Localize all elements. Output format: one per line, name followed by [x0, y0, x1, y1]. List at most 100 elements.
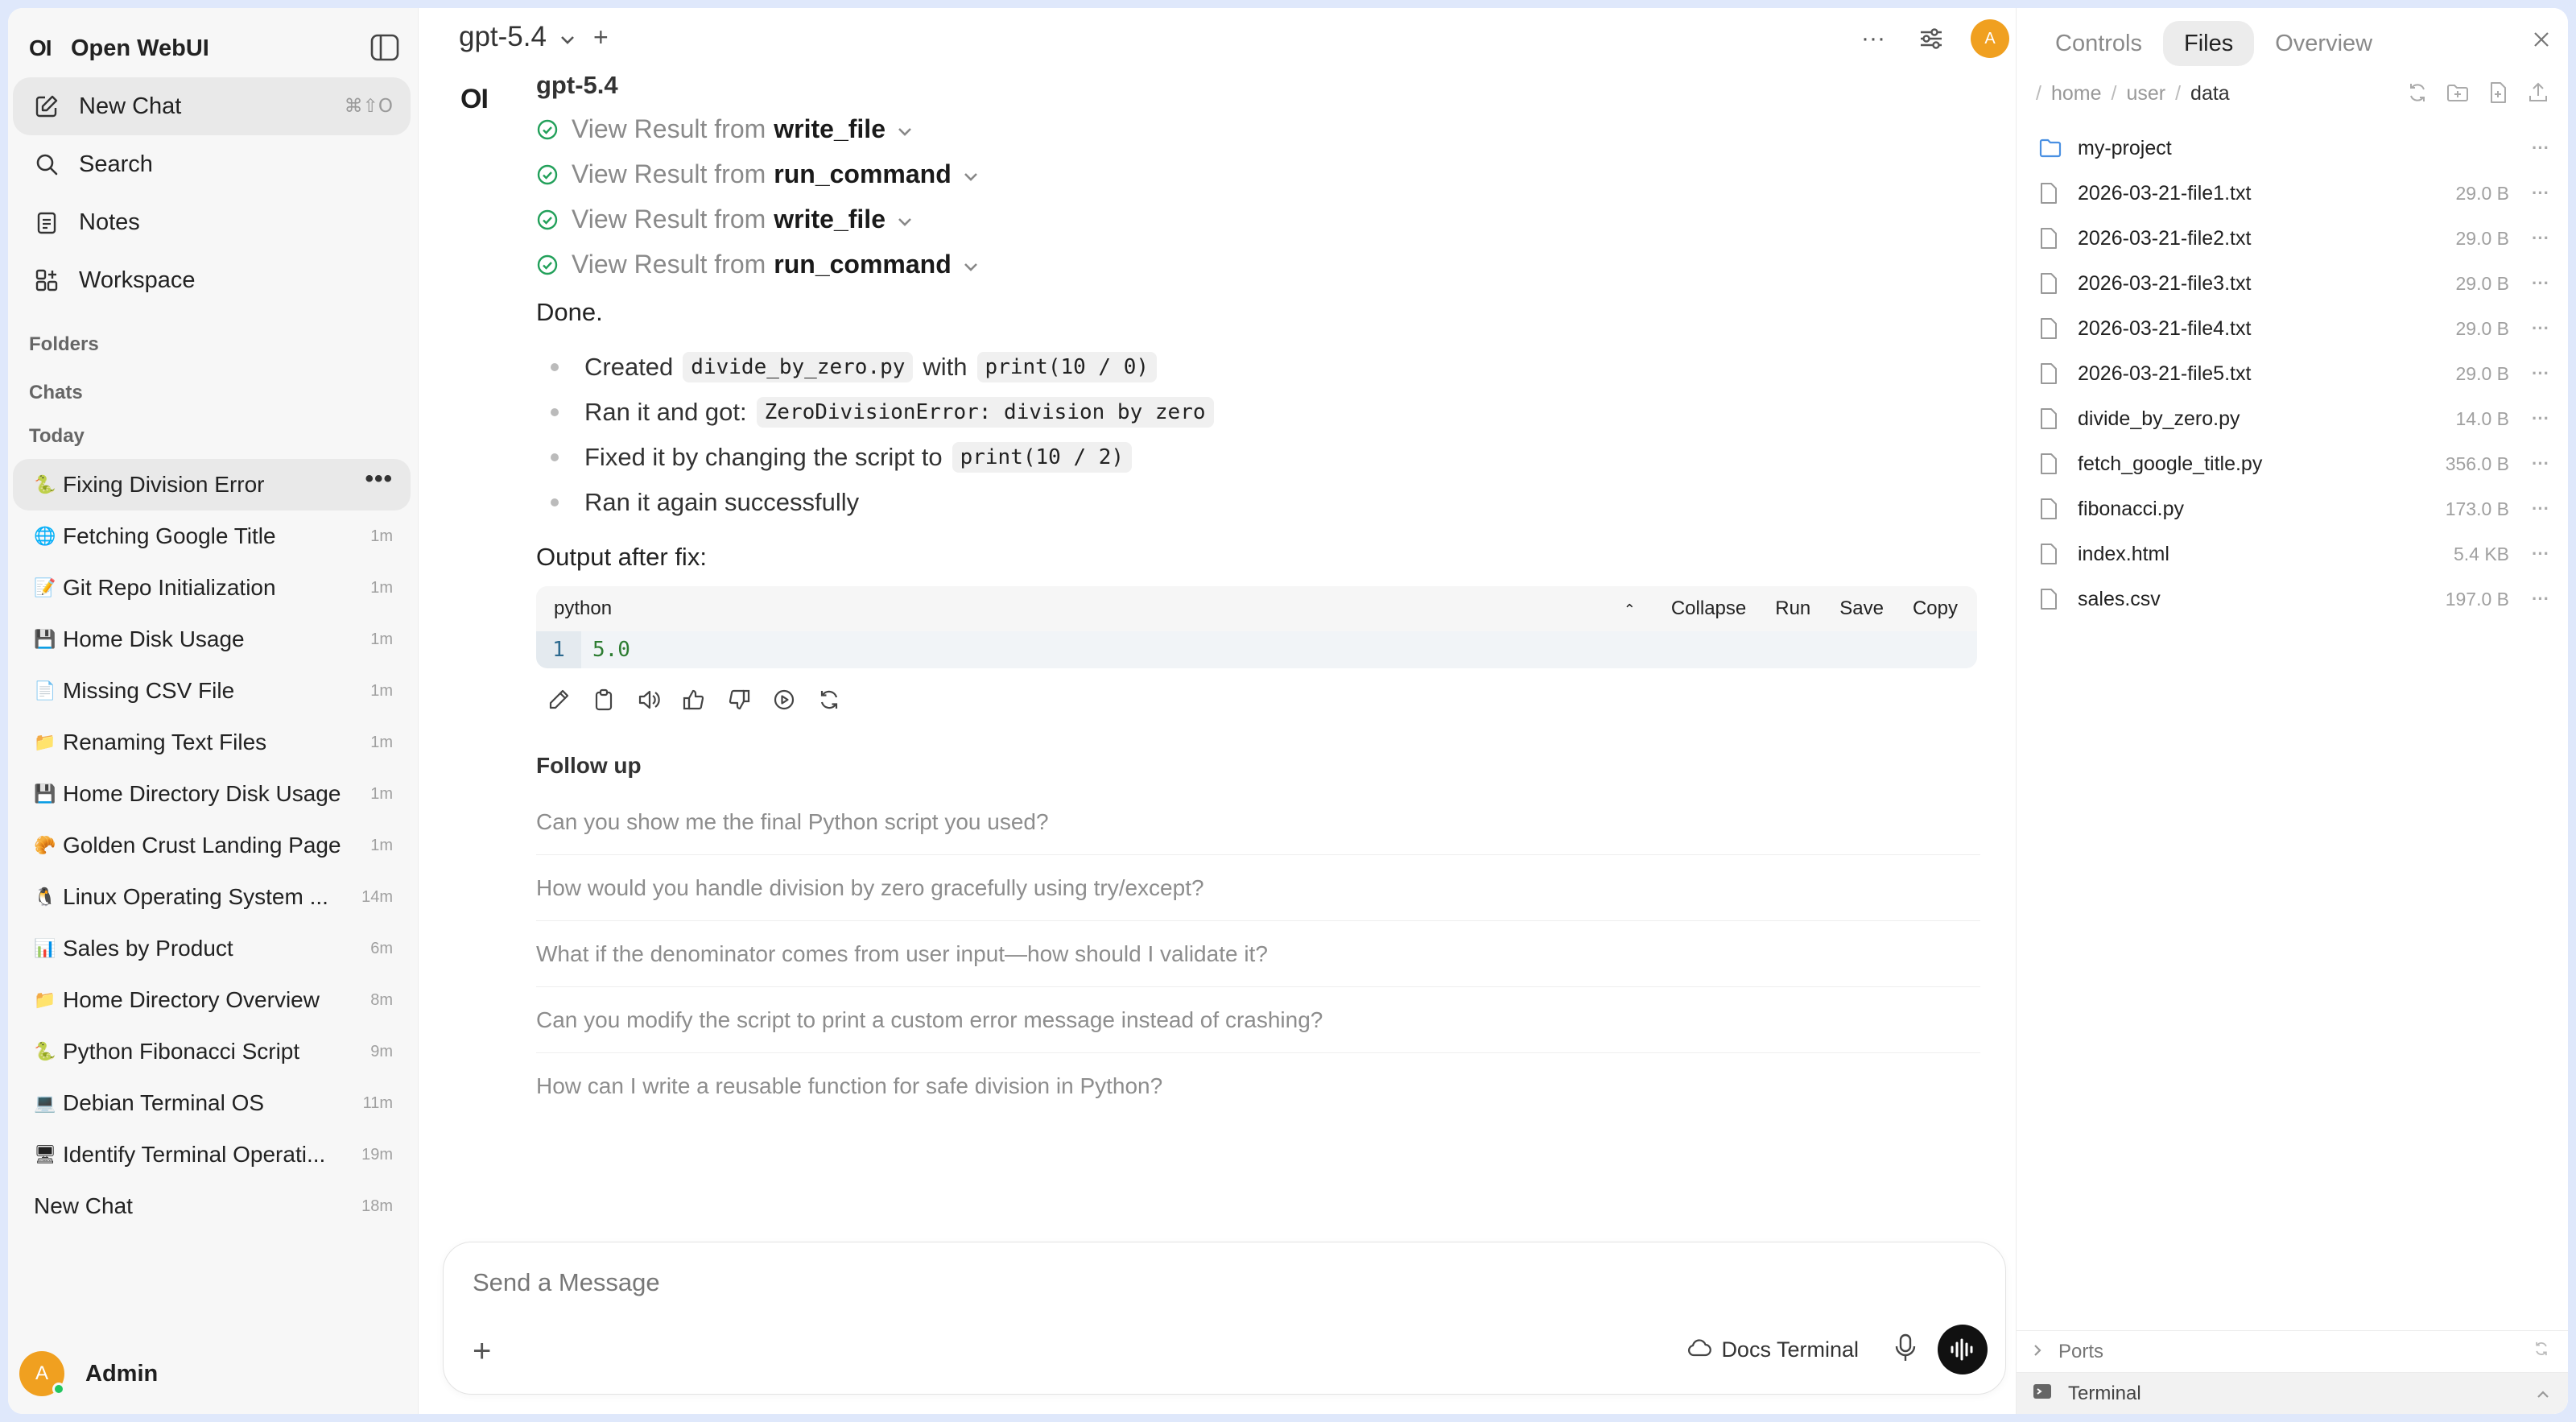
chat-item[interactable]: 📝 Git Repo Initialization 1m: [13, 562, 411, 614]
microphone-icon[interactable]: [1894, 1333, 1917, 1366]
file-item[interactable]: divide_by_zero.py 14.0 B ···: [2031, 396, 2554, 441]
file-more-icon[interactable]: ···: [2532, 228, 2549, 249]
tool-result-toggle[interactable]: View Result from run_command: [536, 242, 1985, 287]
file-more-icon[interactable]: ···: [2532, 544, 2549, 564]
sidebar: OI Open WebUI New Chat ⌘⇧O Search Notes …: [8, 8, 419, 1414]
add-model-button[interactable]: +: [593, 23, 609, 52]
collapse-button[interactable]: ⌃ Collapse: [1595, 597, 1746, 620]
file-item[interactable]: index.html 5.4 KB ···: [2031, 531, 2554, 577]
followup-suggestion[interactable]: How can I write a reusable function for …: [536, 1053, 1980, 1119]
file-more-icon[interactable]: ···: [2532, 589, 2549, 610]
voice-mode-button[interactable]: [1938, 1325, 1988, 1374]
followup-suggestion[interactable]: What if the denominator comes from user …: [536, 921, 1980, 987]
more-icon[interactable]: ···: [1853, 21, 1893, 56]
refresh-icon[interactable]: [2533, 1340, 2550, 1363]
chat-item[interactable]: 🐍 Fixing Division Error •••: [13, 459, 411, 511]
chat-item[interactable]: 📁 Home Directory Overview 8m: [13, 974, 411, 1026]
file-more-icon[interactable]: ···: [2532, 273, 2549, 294]
followup-suggestion[interactable]: Can you show me the final Python script …: [536, 789, 1980, 855]
file-more-icon[interactable]: ···: [2532, 183, 2549, 204]
user-avatar[interactable]: A: [1971, 19, 2009, 58]
followup-suggestion[interactable]: Can you modify the script to print a cus…: [536, 987, 1980, 1053]
settings-sliders-icon[interactable]: [1911, 21, 1951, 56]
file-more-icon[interactable]: ···: [2532, 408, 2549, 429]
tool-result-toggle[interactable]: View Result from write_file: [536, 106, 1985, 151]
search-button[interactable]: Search: [13, 135, 411, 193]
chat-item[interactable]: 📁 Renaming Text Files 1m: [13, 717, 411, 768]
tool-result-toggle[interactable]: View Result from write_file: [536, 196, 1985, 242]
avatar[interactable]: A: [19, 1351, 65, 1396]
notes-button[interactable]: Notes: [13, 193, 411, 251]
code-line[interactable]: 1 5.0: [536, 631, 1977, 668]
file-item[interactable]: 2026-03-21-file1.txt 29.0 B ···: [2031, 171, 2554, 216]
message-input[interactable]: Send a Message: [473, 1268, 660, 1297]
tab-controls[interactable]: Controls: [2034, 21, 2163, 66]
model-selector[interactable]: gpt-5.4 +: [459, 21, 609, 53]
refresh-icon[interactable]: [2405, 81, 2429, 109]
chat-item[interactable]: New Chat 18m: [13, 1180, 411, 1232]
docs-terminal-button[interactable]: Docs Terminal: [1687, 1337, 1859, 1362]
user-menu[interactable]: A Admin: [19, 1350, 158, 1398]
run-button[interactable]: Run: [1775, 597, 1810, 620]
speaker-icon[interactable]: [626, 677, 671, 722]
file-item[interactable]: sales.csv 197.0 B ···: [2031, 577, 2554, 622]
chat-item[interactable]: 💾 Home Disk Usage 1m: [13, 614, 411, 665]
file-item[interactable]: 2026-03-21-file5.txt 29.0 B ···: [2031, 351, 2554, 396]
file-more-icon[interactable]: ···: [2532, 453, 2549, 474]
chat-item[interactable]: 📄 Missing CSV File 1m: [13, 665, 411, 717]
followup-suggestion[interactable]: How would you handle division by zero gr…: [536, 855, 1980, 921]
folders-section-label[interactable]: Folders: [29, 333, 99, 356]
chat-item[interactable]: 📊 Sales by Product 6m: [13, 923, 411, 974]
thumbs-down-icon[interactable]: [716, 677, 762, 722]
file-browser-tools: [2389, 81, 2550, 109]
workspace-button[interactable]: Workspace: [13, 251, 411, 309]
ports-section-toggle[interactable]: Ports: [2017, 1330, 2568, 1372]
chat-item[interactable]: 💾 Home Directory Disk Usage 1m: [13, 768, 411, 820]
regenerate-icon[interactable]: [807, 677, 852, 722]
breadcrumb-home[interactable]: home: [2051, 82, 2102, 105]
chat-item[interactable]: 🐍 Python Fibonacci Script 9m: [13, 1026, 411, 1077]
edit-icon[interactable]: [536, 677, 581, 722]
folder-item[interactable]: my-project ···: [2031, 126, 2554, 171]
file-item[interactable]: 2026-03-21-file3.txt 29.0 B ···: [2031, 261, 2554, 306]
add-attachment-button[interactable]: +: [473, 1333, 491, 1370]
copy-icon[interactable]: [581, 677, 626, 722]
app-logo[interactable]: OI: [29, 35, 71, 61]
file-item[interactable]: fibonacci.py 173.0 B ···: [2031, 486, 2554, 531]
chat-age: 18m: [361, 1197, 393, 1215]
tab-files[interactable]: Files: [2163, 21, 2255, 66]
breadcrumb-data[interactable]: data: [2190, 82, 2230, 105]
chat-item[interactable]: 🥐 Golden Crust Landing Page 1m: [13, 820, 411, 871]
chat-more-icon[interactable]: •••: [365, 465, 393, 493]
new-folder-icon[interactable]: [2446, 81, 2470, 109]
thumbs-up-icon[interactable]: [671, 677, 716, 722]
chat-item[interactable]: 🌐 Fetching Google Title 1m: [13, 511, 411, 562]
file-more-icon[interactable]: ···: [2532, 363, 2549, 384]
chats-section-label[interactable]: Chats: [29, 382, 83, 404]
file-more-icon[interactable]: ···: [2532, 138, 2549, 159]
new-file-icon[interactable]: [2486, 81, 2510, 109]
chevron-up-icon[interactable]: [2536, 1383, 2550, 1405]
upload-icon[interactable]: [2526, 81, 2550, 109]
file-more-icon[interactable]: ···: [2532, 498, 2549, 519]
copy-button[interactable]: Copy: [1913, 597, 1958, 620]
file-name: 2026-03-21-file2.txt: [2078, 226, 2252, 250]
file-item[interactable]: 2026-03-21-file2.txt 29.0 B ···: [2031, 216, 2554, 261]
terminal-section-toggle[interactable]: Terminal: [2017, 1372, 2568, 1414]
chat-item[interactable]: 🖥 Identify Terminal Operati... 19m: [13, 1129, 411, 1180]
file-more-icon[interactable]: ···: [2532, 318, 2549, 339]
breadcrumb-user[interactable]: user: [2126, 82, 2165, 105]
tool-result-toggle[interactable]: View Result from run_command: [536, 151, 1985, 196]
chat-main: gpt-5.4 + ··· A OI gpt-5.4 View Result f…: [419, 8, 2024, 1414]
close-icon[interactable]: [2533, 31, 2550, 52]
chat-title: Git Repo Initialization: [63, 575, 276, 600]
new-chat-button[interactable]: New Chat ⌘⇧O: [13, 77, 411, 135]
file-item[interactable]: 2026-03-21-file4.txt 29.0 B ···: [2031, 306, 2554, 351]
save-button[interactable]: Save: [1839, 597, 1884, 620]
chat-item[interactable]: 🐧 Linux Operating System ... 14m: [13, 871, 411, 923]
tab-overview[interactable]: Overview: [2254, 21, 2393, 66]
chat-item[interactable]: 💻 Debian Terminal OS 11m: [13, 1077, 411, 1129]
sidebar-toggle-icon[interactable]: [370, 34, 399, 61]
play-circle-icon[interactable]: [762, 677, 807, 722]
file-item[interactable]: fetch_google_title.py 356.0 B ···: [2031, 441, 2554, 486]
